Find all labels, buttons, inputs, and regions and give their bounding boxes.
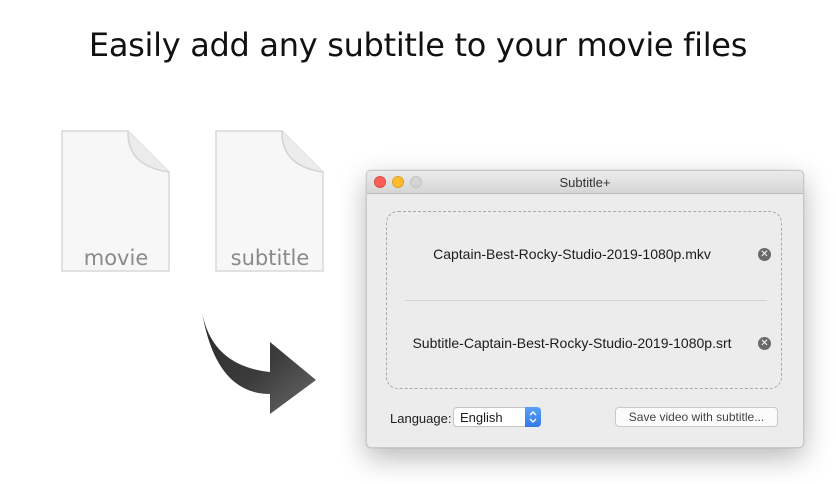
- save-video-button[interactable]: Save video with subtitle...: [615, 407, 778, 427]
- file-row-movie: Captain-Best-Rocky-Studio-2019-1080p.mkv…: [367, 239, 803, 269]
- window-title: Subtitle+: [559, 175, 611, 190]
- language-label: Language:: [390, 411, 452, 426]
- app-window: Subtitle+ Captain-Best-Rocky-Studio-2019…: [366, 170, 804, 448]
- curved-arrow-icon: [196, 308, 320, 421]
- remove-subtitle-icon[interactable]: ✕: [758, 337, 771, 350]
- movie-file-label: movie: [83, 246, 149, 270]
- file-divider: [405, 300, 767, 301]
- title-bar: Subtitle+: [367, 171, 803, 194]
- remove-movie-icon[interactable]: ✕: [758, 248, 771, 261]
- subtitle-file-label: subtitle: [230, 246, 310, 270]
- subtitle-file-icon: subtitle: [215, 130, 325, 272]
- language-value: English: [460, 410, 503, 425]
- movie-file-name: Captain-Best-Rocky-Studio-2019-1080p.mkv: [433, 246, 711, 262]
- language-select[interactable]: English: [453, 407, 541, 427]
- file-row-subtitle: Subtitle-Captain-Best-Rocky-Studio-2019-…: [367, 328, 803, 358]
- chevron-updown-icon: [525, 407, 541, 427]
- headline: Easily add any subtitle to your movie fi…: [88, 26, 748, 64]
- movie-file-icon: movie: [61, 130, 171, 272]
- subtitle-file-name: Subtitle-Captain-Best-Rocky-Studio-2019-…: [412, 335, 732, 351]
